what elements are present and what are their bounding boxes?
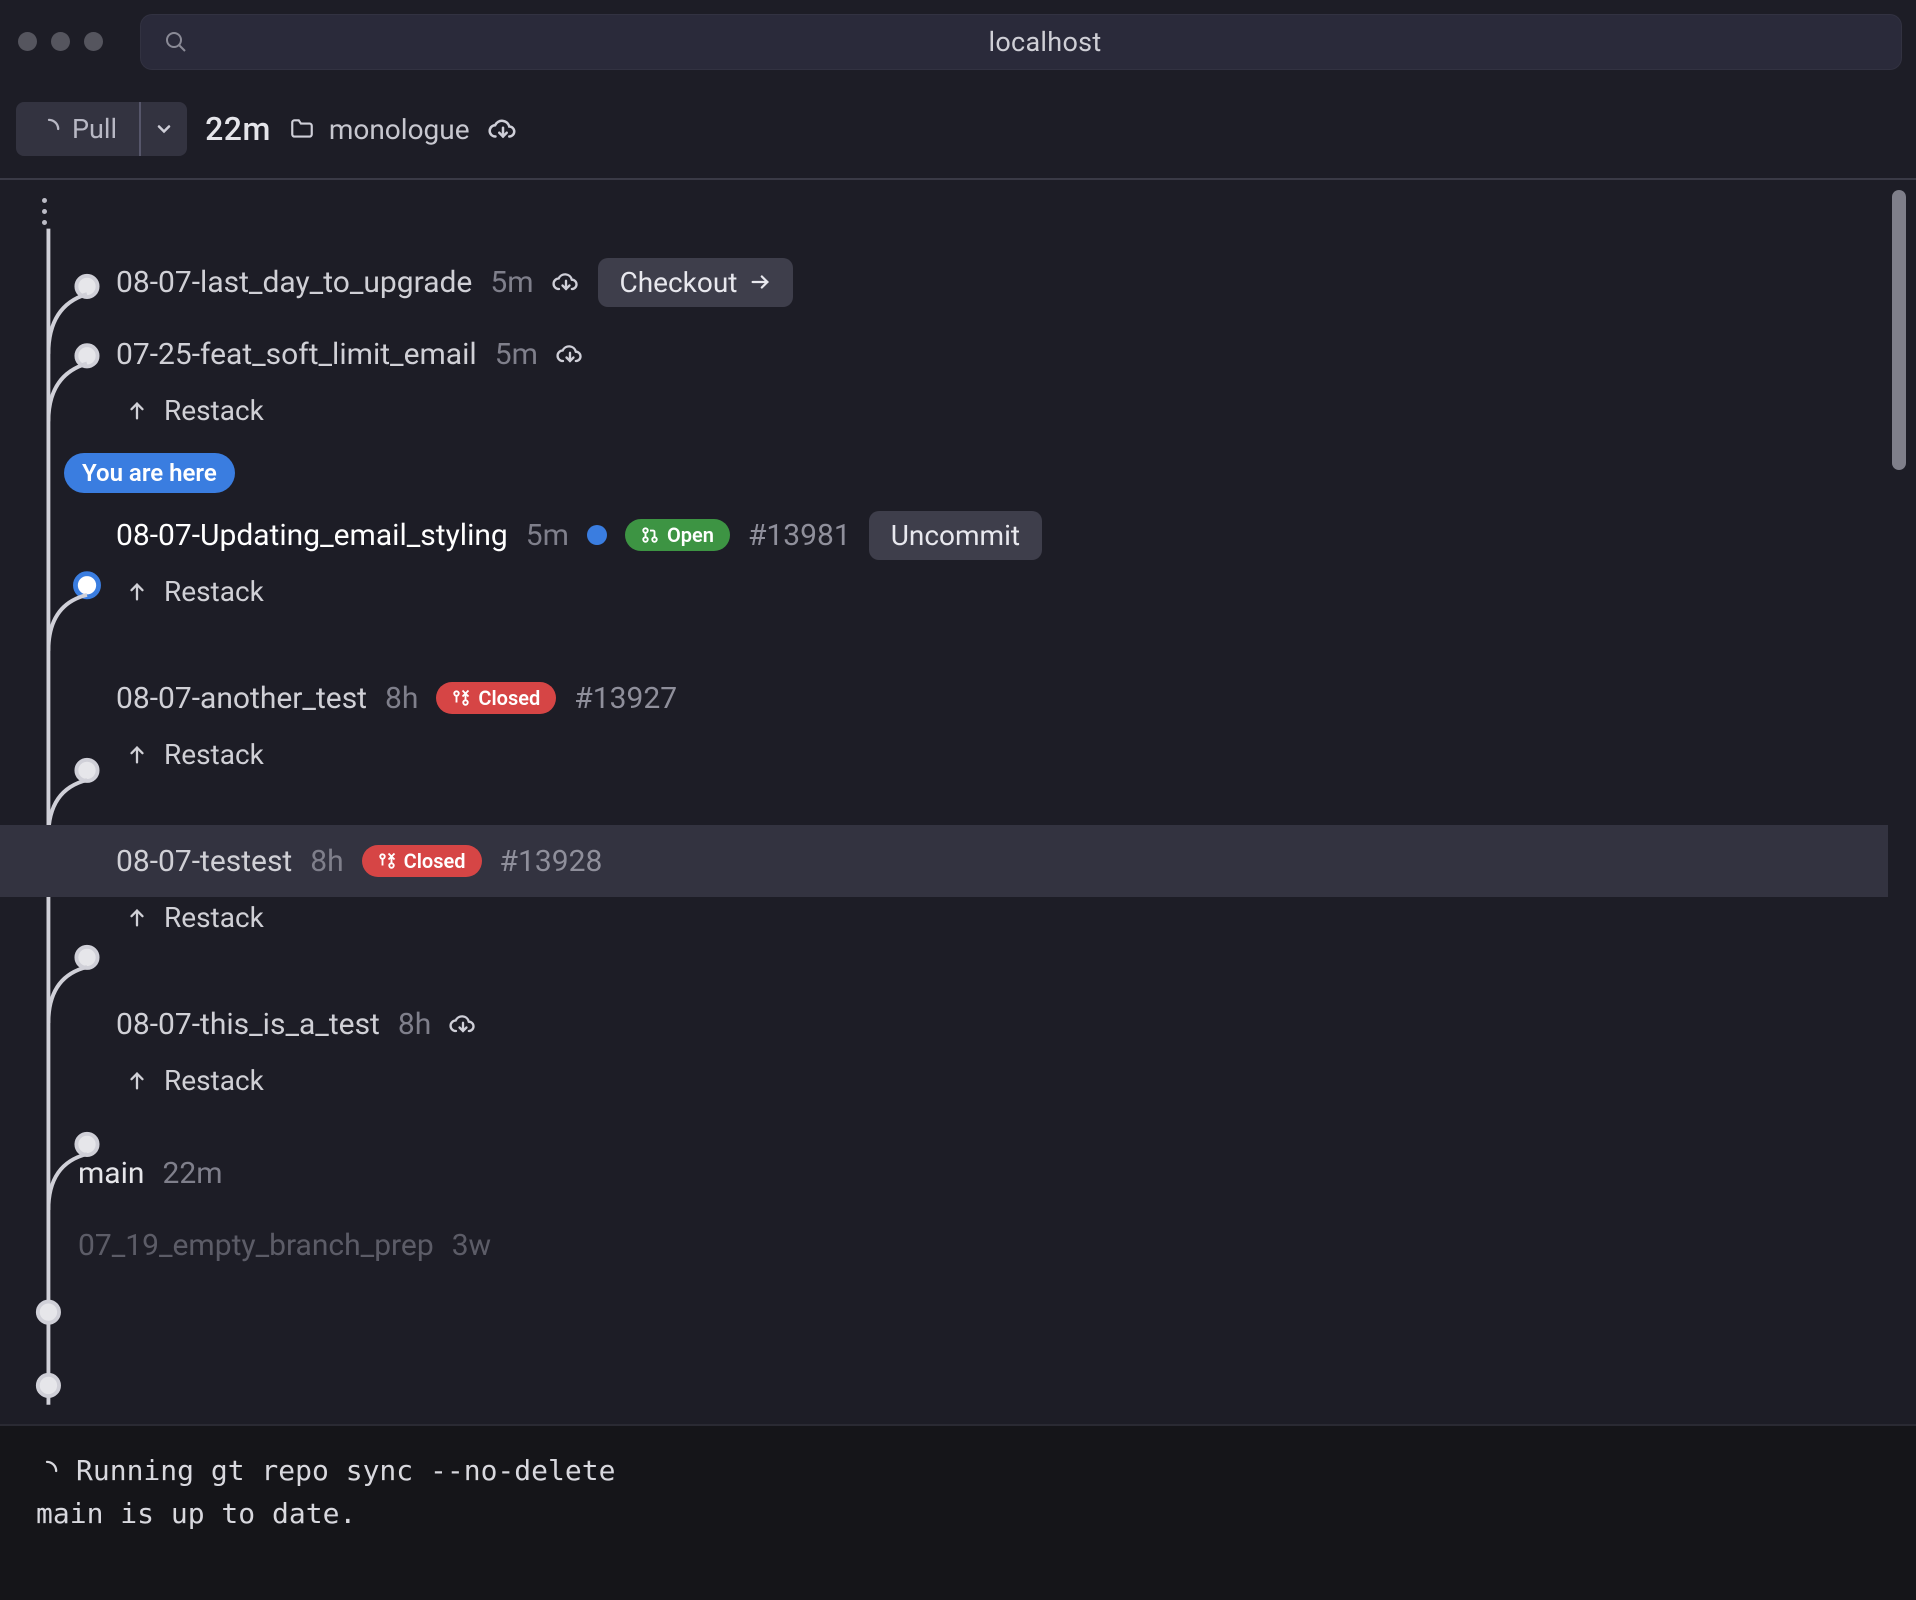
branch-row-hover[interactable]: 08-07-testest 8h Closed #13928 (0, 825, 1888, 897)
pull-button-label: Pull (72, 113, 117, 145)
restack-label: Restack (164, 901, 264, 934)
cloud-icon[interactable] (556, 340, 584, 368)
terminal-line: main is up to date. (36, 1497, 356, 1530)
branch-age: 5m (526, 518, 569, 553)
checkout-button[interactable]: Checkout (598, 258, 794, 307)
status-dot-icon (587, 525, 607, 545)
pr-state-badge[interactable]: Closed (436, 682, 556, 714)
address-host: localhost (188, 26, 1902, 58)
restack-label: Restack (164, 575, 264, 608)
pr-number[interactable]: #13927 (574, 681, 677, 716)
you-are-here-badge: You are here (64, 453, 235, 493)
pr-number[interactable]: #13981 (748, 518, 851, 553)
branch-name: 08-07-another_test (116, 681, 367, 716)
branch-name: 08-07-Updating_email_styling (116, 518, 508, 553)
restack-action[interactable]: Restack (0, 390, 1888, 445)
window-traffic-lights (18, 32, 103, 51)
restack-action[interactable]: Restack (0, 897, 1888, 952)
pr-number[interactable]: #13928 (500, 844, 603, 879)
spinner-icon (36, 1460, 58, 1482)
pull-dropdown-toggle[interactable] (139, 102, 187, 156)
terminal-line: Running gt repo sync --no-delete (76, 1454, 615, 1487)
cloud-icon[interactable] (449, 1010, 477, 1038)
terminal-output: Running gt repo sync --no-delete main is… (0, 1424, 1916, 1600)
more-above-icon[interactable] (42, 198, 47, 225)
branch-age: 3w (452, 1228, 491, 1263)
branch-name: 08-07-last_day_to_upgrade (116, 265, 472, 300)
branch-age: 8h (398, 1007, 431, 1042)
restack-label: Restack (164, 1064, 264, 1097)
branch-row[interactable]: 08-07-another_test 8h Closed #13927 (0, 662, 1888, 734)
restack-action[interactable]: Restack (0, 1060, 1888, 1115)
uncommit-label: Uncommit (891, 519, 1020, 552)
pr-state-badge[interactable]: Closed (362, 845, 482, 877)
branch-row-cutoff[interactable]: 07_19_empty_branch_prep 3w (0, 1209, 1888, 1281)
branch-age: 8h (310, 844, 343, 879)
pr-state-badge[interactable]: Open (625, 519, 730, 551)
repo-selector[interactable]: monologue (289, 113, 470, 146)
branch-age: 8h (385, 681, 418, 716)
pull-button[interactable]: Pull (16, 102, 139, 156)
pr-state-label: Closed (404, 849, 466, 873)
branch-row-main[interactable]: main 22m (0, 1137, 1888, 1209)
branch-row[interactable]: 07-25-feat_soft_limit_email 5m (0, 318, 1888, 390)
branch-name: 08-07-testest (116, 844, 292, 879)
branch-name: 08-07-this_is_a_test (116, 1007, 380, 1042)
zoom-window-dot[interactable] (84, 32, 103, 51)
branch-age: 5m (495, 337, 538, 372)
cloud-download-icon[interactable] (488, 114, 518, 144)
branch-name: 07_19_empty_branch_prep (78, 1228, 434, 1263)
branch-name: 07-25-feat_soft_limit_email (116, 337, 477, 372)
repo-name: monologue (329, 113, 470, 146)
branch-row[interactable]: 08-07-last_day_to_upgrade 5m Checkout (0, 246, 1888, 318)
toolbar: Pull 22m monologue (16, 102, 1916, 156)
restack-label: Restack (164, 394, 264, 427)
toolbar-separator (0, 178, 1916, 180)
restack-action[interactable]: Restack (0, 734, 1888, 789)
restack-action[interactable]: Restack (0, 571, 1888, 626)
uncommit-button[interactable]: Uncommit (869, 511, 1042, 560)
branch-list: 08-07-last_day_to_upgrade 5m Checkout 07… (0, 190, 1888, 1424)
branch-row-current[interactable]: 08-07-Updating_email_styling 5m Open #13… (0, 499, 1888, 571)
cloud-icon[interactable] (552, 268, 580, 296)
branch-age: 22m (163, 1156, 223, 1191)
search-icon (164, 30, 188, 54)
branch-age: 5m (490, 265, 533, 300)
branch-name: main (78, 1156, 145, 1191)
restack-label: Restack (164, 738, 264, 771)
checkout-label: Checkout (620, 266, 738, 299)
pr-state-label: Closed (478, 686, 540, 710)
scrollbar-thumb[interactable] (1892, 190, 1906, 470)
address-bar[interactable]: localhost (140, 14, 1902, 70)
branch-row[interactable]: 08-07-this_is_a_test 8h (0, 988, 1888, 1060)
minimize-window-dot[interactable] (51, 32, 70, 51)
pr-state-label: Open (667, 523, 714, 547)
close-window-dot[interactable] (18, 32, 37, 51)
last-sync-age: 22m (205, 110, 271, 148)
